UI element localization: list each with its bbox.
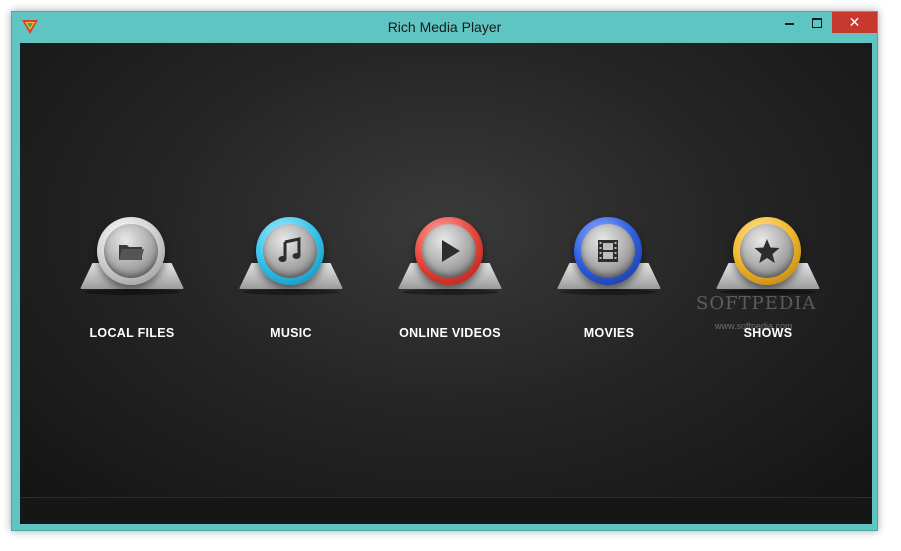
- online-videos-orb: [415, 217, 483, 285]
- film-icon: [598, 240, 618, 262]
- menu-label: MUSIC: [270, 326, 312, 340]
- menu-label: LOCAL FILES: [89, 326, 175, 340]
- close-icon: ✕: [848, 14, 861, 30]
- pedestal-shadow: [402, 289, 498, 295]
- pedestal-shadow: [561, 289, 657, 295]
- play-icon: [442, 240, 460, 262]
- maximize-button[interactable]: [804, 12, 830, 33]
- local-files-orb: [97, 217, 165, 285]
- maximize-icon: [812, 17, 822, 28]
- music-note-icon: [278, 237, 301, 262]
- shows-orb: [733, 217, 801, 285]
- movies-orb: [574, 217, 642, 285]
- pedestal-shadow: [243, 289, 339, 295]
- music-orb: [256, 217, 324, 285]
- window-title: Rich Media Player: [387, 19, 502, 35]
- close-button[interactable]: ✕: [832, 12, 877, 33]
- orb-face: [740, 224, 794, 278]
- status-bar: [20, 497, 872, 524]
- minimize-icon: [784, 22, 794, 25]
- menu-item-music[interactable]: MUSIC: [221, 208, 361, 348]
- menu-label: ONLINE VIDEOS: [399, 326, 501, 340]
- title-bar[interactable]: Rich Media Player ✕: [12, 12, 877, 43]
- orb-face: [581, 224, 635, 278]
- orb-face: [263, 224, 317, 278]
- orb-face: [422, 224, 476, 278]
- menu-item-online-videos[interactable]: ONLINE VIDEOS: [380, 208, 520, 348]
- menu-item-movies[interactable]: MOVIES: [539, 208, 679, 348]
- watermark-url: www.softpedia.com: [715, 321, 793, 331]
- pedestal-shadow: [84, 289, 180, 295]
- orb-face: [104, 224, 158, 278]
- menu-label: MOVIES: [583, 326, 635, 340]
- main-menu-area: LOCAL FILES MUSIC ONLINE VIDEOS MOVIES S…: [20, 43, 872, 497]
- watermark-brand: SOFTPEDIA: [696, 293, 817, 314]
- star-icon: [754, 239, 780, 263]
- folder-icon: [119, 245, 144, 260]
- minimize-button[interactable]: [776, 12, 802, 33]
- app-window: Rich Media Player ✕ LOCAL FILES MUSIC ON…: [11, 11, 878, 531]
- menu-item-local-files[interactable]: LOCAL FILES: [62, 208, 202, 348]
